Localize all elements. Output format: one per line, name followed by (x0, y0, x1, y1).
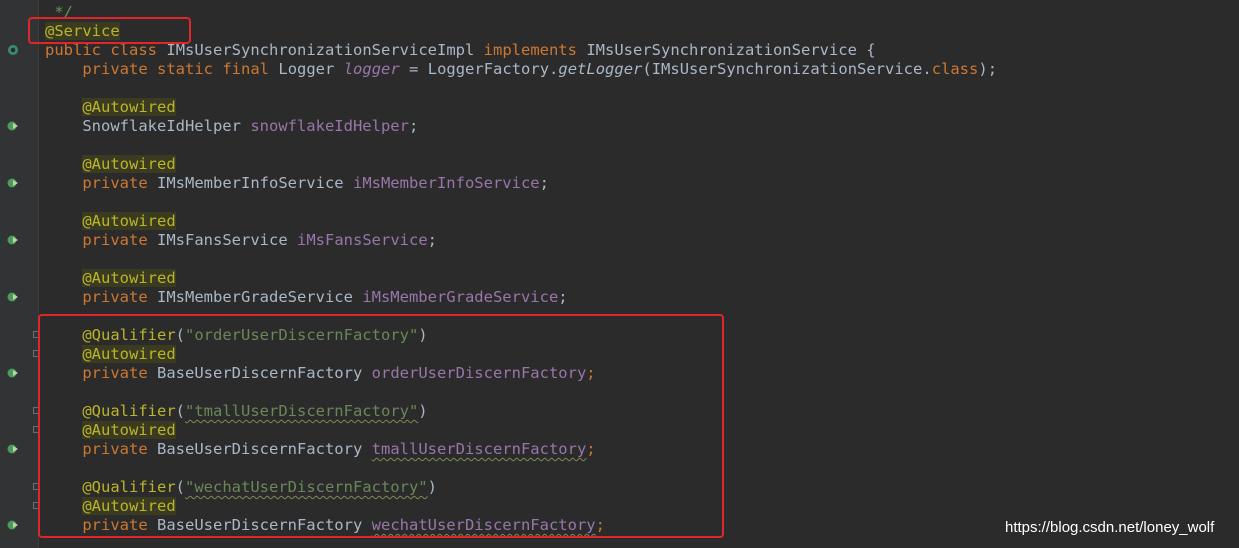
interface-name: IMsUserSynchronizationService (586, 41, 857, 59)
watermark: https://blog.csdn.net/loney_wolf (1005, 519, 1215, 536)
keyword-private: private (82, 174, 148, 192)
field-name: logger (343, 60, 400, 78)
keyword-implements: implements (483, 41, 577, 59)
argument: (IMsUserSynchronizationService. (642, 60, 932, 78)
operator: = (409, 60, 419, 78)
field-name: snowflakeIdHelper (250, 117, 409, 135)
autowired-annotation: @Autowired (82, 212, 176, 230)
code-line: @Autowired (45, 155, 176, 174)
code-line: @Autowired (45, 212, 176, 231)
code-line: @Autowired (45, 269, 176, 288)
keyword-private: private (82, 288, 148, 306)
keyword-private: private (82, 231, 148, 249)
field-declaration: private IMsMemberGradeService iMsMemberG… (82, 288, 568, 306)
field-name: iMsFansService (297, 231, 428, 249)
class-name: IMsUserSynchronizationServiceImpl (166, 41, 475, 59)
type-name: IMsMemberGradeService (157, 288, 353, 306)
field-declaration: private IMsMemberInfoService iMsMemberIn… (82, 174, 549, 192)
keyword-class: class (931, 60, 979, 78)
keyword-final: final (222, 60, 270, 78)
logger-line: private static final Logger logger = Log… (45, 60, 997, 79)
method-name: getLogger (558, 60, 643, 78)
field-declaration: private IMsFansService iMsFansService; (82, 231, 437, 249)
type-name: IMsMemberInfoService (157, 174, 344, 192)
type-name: Logger (278, 60, 335, 78)
autowired-annotation: @Autowired (82, 98, 176, 116)
field-name: iMsMemberInfoService (352, 174, 540, 192)
field-declaration: SnowflakeIdHelper snowflakeIdHelper; (82, 117, 419, 135)
autowired-annotation: @Autowired (82, 155, 176, 173)
keyword-static: static (157, 60, 213, 78)
code-editor[interactable]: */ @Service public class IMsUserSynchron… (0, 0, 1239, 548)
keyword-private: private (82, 60, 148, 78)
autowired-annotation: @Autowired (82, 269, 176, 287)
service-highlight-box (28, 17, 191, 44)
field-name: iMsMemberGradeService (362, 288, 559, 306)
factory-name: LoggerFactory. (427, 60, 559, 78)
type-name: IMsFansService (157, 231, 288, 249)
open-brace: { (866, 41, 876, 59)
code-line: @Autowired (45, 98, 176, 117)
argument-close: ); (978, 60, 998, 78)
qualifier-highlight-box (38, 314, 724, 538)
type-name: SnowflakeIdHelper (82, 117, 241, 135)
